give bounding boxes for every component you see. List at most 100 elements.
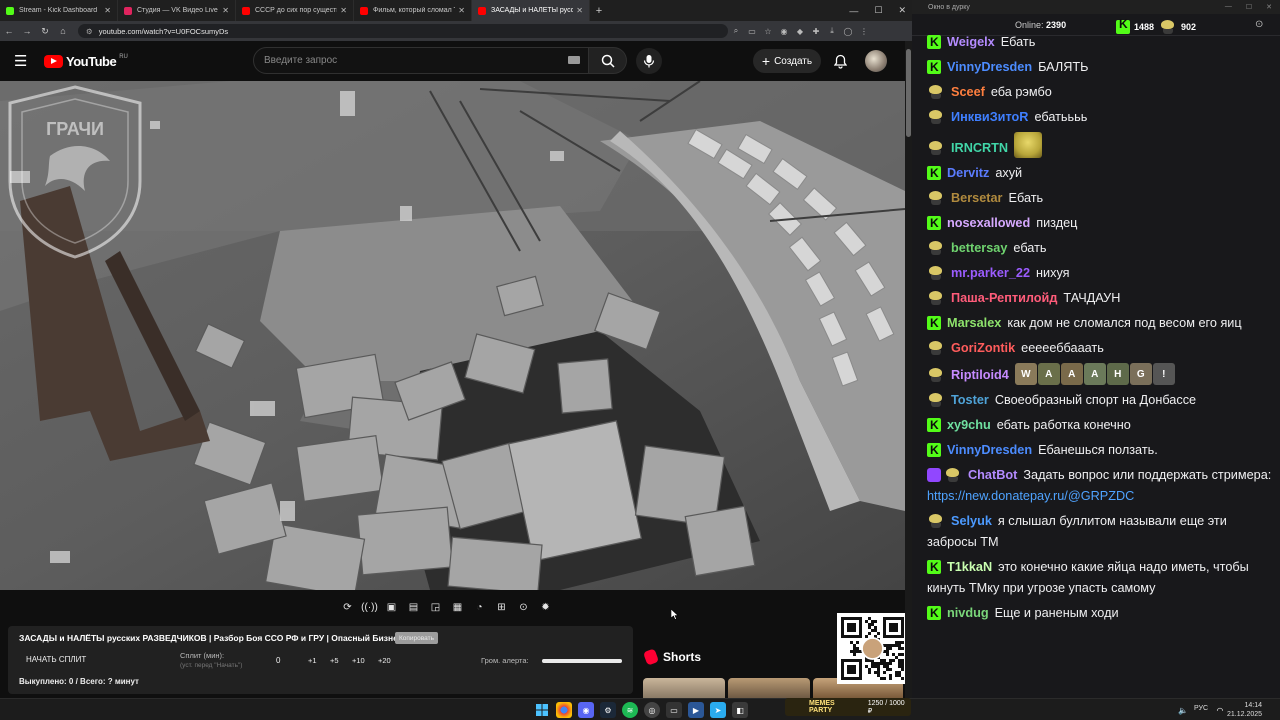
notifications-button[interactable] [830,50,850,72]
maximize-icon[interactable]: ☐ [874,5,882,16]
youtube-logo[interactable]: YouTube RU [44,54,128,69]
hamburger-menu-icon[interactable]: ☰ [14,52,34,70]
puzzle-icon[interactable]: ✚ [808,27,824,36]
forward-icon[interactable]: → [18,26,36,36]
chrome-taskbar-icon[interactable] [556,702,572,718]
bookmark-star-icon[interactable]: ☆ [760,27,776,36]
discord-taskbar-icon[interactable]: ◉ [578,702,594,718]
close-icon[interactable]: ✕ [340,6,347,15]
chat-username[interactable]: Паша-Рептилойд [951,291,1057,305]
chat-username[interactable]: nivdug [947,606,989,620]
film-icon[interactable]: ▤ [404,599,423,616]
split-minutes-value[interactable]: 0 [276,656,280,665]
picture-in-picture-icon[interactable]: ◲ [426,599,445,616]
telegram-taskbar-icon[interactable]: ➤ [710,702,726,718]
chat-username[interactable]: Weigelx [947,35,995,49]
cast-icon[interactable]: ▭ [744,27,760,36]
alert-volume-slider[interactable] [542,659,622,663]
tab-kick-dashboard[interactable]: Stream - Kick Dashboard ✕ [0,0,118,21]
tab-vk-studio[interactable]: Студия — VK Видео Live ✕ [118,0,236,21]
chat-username[interactable]: T1kkaN [947,560,992,574]
chat-username[interactable]: Selyuk [951,514,992,528]
chat-username[interactable]: ИнквиЗитоR [951,110,1028,124]
copy-button[interactable]: Копировать [395,632,438,644]
shorts-heading[interactable]: Shorts [642,648,701,666]
close-window-icon[interactable]: ✕ [1266,3,1272,11]
mini-player-icon[interactable]: ▦ [448,599,467,616]
home-icon[interactable]: ⌂ [54,26,72,36]
app-taskbar-icon[interactable]: ◧ [732,702,748,718]
add-1-button[interactable]: +1 [308,656,317,665]
chat-link[interactable]: https://new.donatepay.ru/@GRPZDC [927,489,1134,503]
settings-icon[interactable]: ✹ [536,599,555,616]
new-tab-button[interactable]: + [590,5,608,17]
reload-icon[interactable]: ↻ [36,26,54,37]
close-icon[interactable]: ✕ [222,6,229,15]
chat-username[interactable]: Bersetar [951,191,1003,205]
tab-youtube-film[interactable]: Фильм, который сломал Томс✕ [354,0,472,21]
site-info-icon[interactable]: ⚙ [86,27,93,36]
screenshot-icon[interactable]: ⊙ [514,599,533,616]
chat-username[interactable]: VinnyDresden [947,60,1032,74]
audio-waves-icon[interactable]: ((·)) [360,599,379,616]
back-icon[interactable]: ← [0,26,18,36]
add-10-button[interactable]: +10 [352,656,365,665]
short-thumbnail[interactable] [728,678,810,698]
volume-icon[interactable]: 🔈 [1175,702,1191,718]
scrollbar-thumb[interactable] [906,49,911,137]
chat-username[interactable]: Toster [951,393,989,407]
minimize-icon[interactable]: — [849,6,858,16]
start-split-button[interactable]: НАЧАТЬ СПЛИТ [26,655,86,664]
search-input[interactable]: Введите запрос [253,47,589,74]
tab-youtube-active[interactable]: ЗАСАДЫ и НАЛЁТЫ русск ✕ [472,0,590,21]
system-clock[interactable]: 14:14 21.12.2025 [1227,701,1262,719]
url-field[interactable]: ⚙ youtube.com/watch?v=U0FOCsumyDs [78,24,728,38]
keyboard-icon[interactable] [568,56,580,64]
close-icon[interactable]: ✕ [458,6,465,15]
steam-taskbar-icon[interactable]: ⚙ [600,702,616,718]
close-icon[interactable]: ✕ [576,6,583,15]
chat-username[interactable]: xy9chu [947,418,991,432]
obs-taskbar-icon[interactable]: ◎ [644,702,660,718]
page-scrollbar[interactable] [905,41,912,698]
tab-youtube-ussr[interactable]: СССР до сих пор существует✕ [236,0,354,21]
chat-username[interactable]: nosexallowed [947,216,1030,230]
loop-icon[interactable]: ⟳ [338,599,357,616]
camera-icon[interactable]: ▣ [382,599,401,616]
menu-dots-icon[interactable]: ⋮ [856,27,872,36]
search-button[interactable] [589,47,627,74]
chat-username[interactable]: Sceef [951,85,985,99]
voice-search-button[interactable] [636,48,662,74]
media-taskbar-icon[interactable]: ▶ [688,702,704,718]
extension-icon[interactable]: ◆ [792,27,808,36]
network-icon[interactable]: ◠ [1212,702,1228,718]
chat-username[interactable]: Dervitz [947,166,989,180]
maximize-icon[interactable]: ☐ [1246,3,1252,11]
profile-icon[interactable]: ◯ [840,27,856,36]
chat-username[interactable]: IRNCRTN [951,141,1008,155]
video-player[interactable]: ГРАЧИ ☠ [0,81,905,590]
app-taskbar-icon[interactable]: ▭ [666,702,682,718]
download-icon[interactable]: ⤓ [824,26,840,36]
add-20-button[interactable]: +20 [378,656,391,665]
chat-username[interactable]: VinnyDresden [947,443,1032,457]
chat-username[interactable]: Riptiloid4 [951,368,1009,382]
keyboard-language[interactable]: РУС [1194,705,1208,712]
chat-username[interactable]: GoriZontik [951,341,1015,355]
add-screen-icon[interactable]: ⊞ [492,599,511,616]
minimize-icon[interactable]: — [1225,3,1232,11]
close-window-icon[interactable]: ✕ [898,5,906,16]
speed-gauge-icon[interactable]: ◔ [470,599,489,616]
zoom-icon[interactable]: ⌕ [728,26,744,36]
spotify-taskbar-icon[interactable]: ≋ [622,702,638,718]
chat-username[interactable]: mr.parker_22 [951,266,1030,280]
extension-icon[interactable]: ◉ [776,27,792,36]
avatar[interactable] [865,50,887,72]
chat-username[interactable]: bettersay [951,241,1007,255]
chat-username[interactable]: Marsalex [947,316,1001,330]
chat-username[interactable]: ChatBot [968,468,1017,482]
chat-settings-icon[interactable]: ⊙ [1255,19,1263,30]
windows-start-icon[interactable] [534,702,550,718]
close-icon[interactable]: ✕ [104,6,111,15]
short-thumbnail[interactable] [643,678,725,698]
